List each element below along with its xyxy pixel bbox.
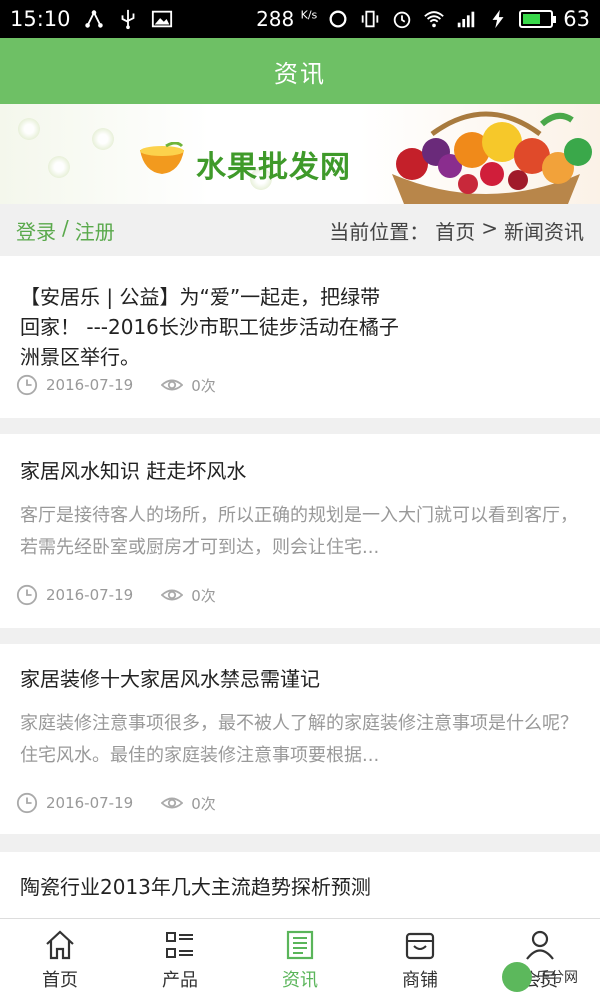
article-card[interactable]: 家居风水知识 赶走坏风水 客厅是接待客人的场所，所以正确的规划是一入大门就可以看… (0, 434, 600, 628)
article-meta: 2016-07-19 0次 (16, 792, 216, 814)
article-card[interactable]: 家居装修十大家居风水禁忌需谨记 家庭装修注意事项很多，最不被人了解的家庭装修注意… (0, 644, 600, 834)
article-card[interactable]: 陶瓷行业2013年几大主流趋势探析预测 (0, 852, 600, 918)
clock-icon (16, 792, 38, 814)
tab-products[interactable]: 产品 (120, 919, 240, 1000)
tab-home[interactable]: 首页 (0, 919, 120, 1000)
battery-percent: 63 (563, 7, 590, 31)
eye-icon (161, 589, 184, 601)
article-summary: 家庭装修注意事项很多，最不被人了解的家庭装修注意事项是什么呢？住宅风水。最佳的家… (20, 713, 578, 766)
tab-stores[interactable]: 商铺 (360, 919, 480, 1000)
tab-label: 产品 (162, 969, 198, 991)
list-grid-icon (166, 931, 193, 958)
banner-title: 水果批发网 (196, 150, 351, 185)
location-label: 当前位置： (329, 219, 430, 244)
article-meta: 2016-07-19 0次 (16, 374, 216, 396)
eye-icon (161, 379, 184, 391)
sync-icon (329, 10, 347, 28)
watermark-text: 乐兮网 (536, 970, 578, 986)
breadcrumb-home[interactable]: 首页 (435, 216, 475, 245)
article-views: 0次 (191, 586, 216, 605)
news-icon (286, 930, 314, 959)
tab-news[interactable]: 资讯 (240, 919, 360, 1000)
article-title[interactable]: 【安居乐 | 公益】为“爱”一起走，把绿带回家！ ---2016长沙市职工徒步活… (20, 282, 400, 372)
auth-separator: / (62, 215, 69, 240)
clock-icon (16, 584, 38, 606)
bottom-nav: 首页 产品 资讯 商铺 会员 乐兮网 (0, 918, 600, 1000)
article-meta: 2016-07-19 0次 (16, 584, 216, 606)
alarm-icon (394, 11, 411, 29)
status-time: 15:10 (10, 7, 71, 31)
page-title: 资讯 (274, 59, 326, 88)
breadcrumb: 当前位置： 首页 > 新闻资讯 (329, 216, 584, 245)
wifi-icon (424, 11, 445, 28)
breadcrumb-arrow: > (481, 215, 498, 240)
register-link[interactable]: 注册 (75, 216, 115, 245)
tab-label: 商铺 (402, 969, 438, 991)
share-icon (84, 10, 103, 28)
eye-icon (161, 797, 184, 809)
article-views: 0次 (191, 794, 216, 813)
usb-icon (121, 9, 134, 30)
home-icon (46, 930, 74, 959)
signal-icon (458, 11, 475, 28)
breadcrumb-bar: 登录 / 注册 当前位置： 首页 > 新闻资讯 (0, 204, 600, 256)
status-bar: 15:10 288 K/s 63 (0, 0, 600, 38)
watermark-logo-icon (502, 962, 532, 992)
auth-links: 登录 / 注册 (16, 216, 115, 245)
juice-logo-icon (140, 142, 184, 174)
fruit-basket-image (392, 111, 592, 204)
article-card[interactable]: 【安居乐 | 公益】为“爱”一起走，把绿带回家！ ---2016长沙市职工徒步活… (0, 256, 600, 418)
article-title[interactable]: 陶瓷行业2013年几大主流趋势探析预测 (20, 872, 580, 902)
banner: 水果批发网 (0, 104, 600, 204)
article-title[interactable]: 家居风水知识 赶走坏风水 (20, 456, 580, 486)
store-icon (405, 932, 435, 959)
network-speed: 288 K/s (256, 7, 318, 31)
login-link[interactable]: 登录 (16, 216, 56, 245)
user-icon (526, 930, 554, 960)
tab-label: 首页 (42, 969, 78, 991)
article-date: 2016-07-19 (46, 586, 134, 604)
page-header: 资讯 (0, 38, 600, 104)
breadcrumb-current: 新闻资讯 (504, 219, 584, 244)
image-icon (151, 10, 172, 28)
article-date: 2016-07-19 (46, 376, 134, 394)
vibrate-icon (362, 10, 379, 28)
article-title[interactable]: 家居装修十大家居风水禁忌需谨记 (20, 664, 580, 694)
battery-indicator (519, 10, 557, 28)
article-summary: 客厅是接待客人的场所，所以正确的规划是一入大门就可以看到客厅，若需先经卧室或厨房… (20, 505, 578, 558)
article-views: 0次 (191, 376, 216, 395)
tab-label: 资讯 (282, 969, 318, 991)
clock-icon (16, 374, 38, 396)
article-date: 2016-07-19 (46, 794, 134, 812)
watermark: 乐兮网 (502, 960, 592, 994)
charging-icon (492, 9, 504, 29)
